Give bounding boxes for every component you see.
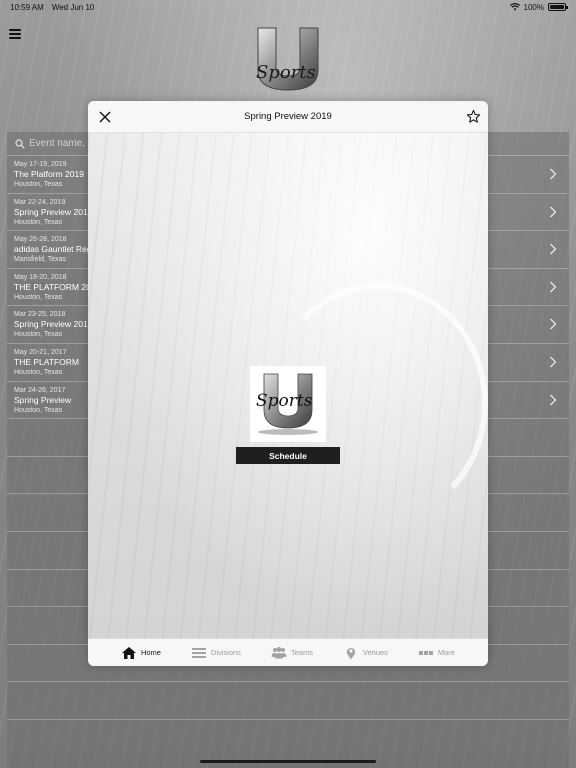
tab-home[interactable]: Home [121,646,161,660]
search-icon [15,138,25,149]
modal-header: Spring Preview 2019 [88,101,488,133]
battery-level [550,5,564,9]
event-logo: Sports [250,366,326,442]
tab-label: More [437,648,455,657]
chevron-right-icon [550,206,557,218]
status-time: 10:59 AM [10,2,44,12]
chevron-right-icon [550,243,557,255]
tab-teams[interactable]: Teams [271,646,313,660]
home-icon [121,646,136,659]
chevron-right-icon [550,318,557,330]
wifi-icon [509,3,520,11]
chevron-right-icon [550,356,557,368]
empty-row [7,682,569,720]
tab-venues[interactable]: Venues [343,646,388,660]
battery-icon [548,3,568,11]
app-logo: Sports [256,27,319,91]
close-icon[interactable] [98,110,112,124]
tab-more[interactable]: More [418,646,455,660]
status-bar: 10:59 AM Wed Jun 10 100% [0,0,576,14]
schedule-button[interactable]: Schedule [236,447,340,464]
tab-label: Home [140,648,161,657]
battery-percent: 100% [523,2,544,12]
modal-title: Spring Preview 2019 [244,111,332,122]
star-icon[interactable] [466,109,481,124]
home-indicator[interactable] [200,760,376,763]
search-input[interactable] [29,138,89,149]
event-logo-text: Sports [256,391,313,411]
people-icon [271,646,287,658]
chevron-right-icon [550,168,557,180]
tab-divisions[interactable]: Divisions [191,646,241,660]
tab-label: Teams [290,648,313,657]
chevron-right-icon [550,394,557,406]
tab-label: Venues [362,648,388,657]
logo-text: Sports [256,62,316,83]
list-icon [191,647,206,658]
event-modal: Spring Preview 2019 Sports Schedule Home… [88,101,488,666]
chevron-right-icon [550,281,557,293]
modal-body: Sports Schedule [88,133,488,638]
status-date: Wed Jun 10 [51,2,95,12]
more-icon [418,650,433,655]
hamburger-menu-icon[interactable] [9,29,21,39]
tab-bar: Home Divisions Teams Venues More [88,638,488,666]
map-pin-icon [346,647,356,659]
tab-label: Divisions [210,648,241,657]
